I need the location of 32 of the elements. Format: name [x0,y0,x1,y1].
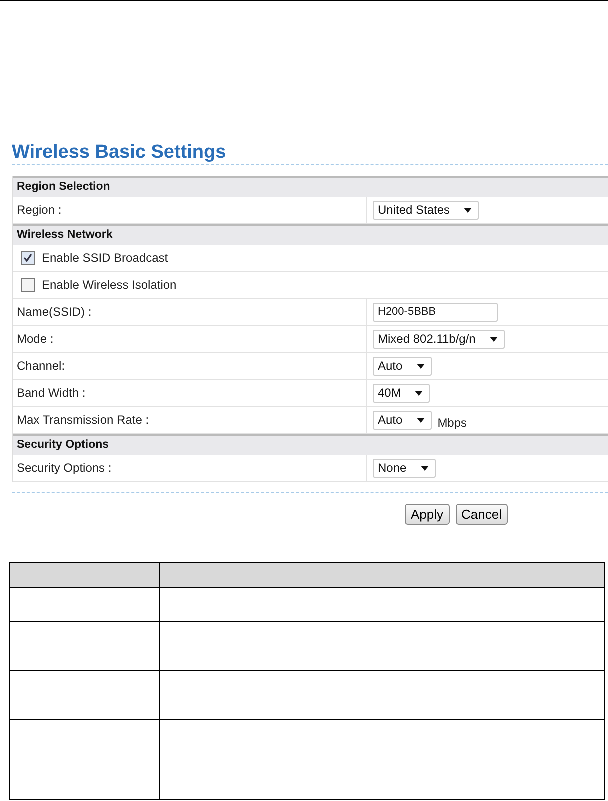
dropdown[interactable]: Auto [373,356,432,376]
field-label: Channel: [16,359,66,373]
unit-label: Mbps [438,416,468,430]
field-label: Name(SSID) : [16,305,93,319]
field-label: Region : [16,203,63,217]
dropdown-caret-icon [415,390,424,396]
dropdown-caret-icon [416,364,425,368]
section-heading: Security Options [13,434,608,455]
field-label: Max Transmission Rate : [16,413,150,427]
dropdown[interactable]: Auto [373,410,432,430]
checkmark-icon [23,253,33,263]
section-heading: Region Selection [13,176,608,197]
dropdown-caret-icon [464,208,472,212]
dropdown[interactable]: Mixed 802.11b/g/n [373,330,505,348]
checkbox[interactable] [21,251,35,265]
field-label: Mode : [16,332,55,346]
checkbox-label: Enable SSID Broadcast [41,251,168,265]
dropdown[interactable]: None [373,458,436,478]
dropdown[interactable]: United States [373,200,480,220]
form-button[interactable]: Apply [405,504,450,525]
checkbox[interactable] [21,278,35,292]
dropdown-caret-icon [420,466,429,470]
field-label: Band Width : [16,386,87,400]
section-heading: Wireless Network [13,224,608,245]
form-button[interactable]: Cancel [456,504,508,525]
dropdown-caret-icon [490,336,498,342]
field-label: Security Options : [16,461,113,475]
checkbox-label: Enable Wireless Isolation [41,278,177,292]
dropdown-caret-icon [416,418,425,422]
dropdown[interactable]: 40M [373,384,430,402]
ssid-input-field[interactable]: H200-5BBB [373,302,498,322]
page-title: Wireless Basic Settings [12,142,228,164]
